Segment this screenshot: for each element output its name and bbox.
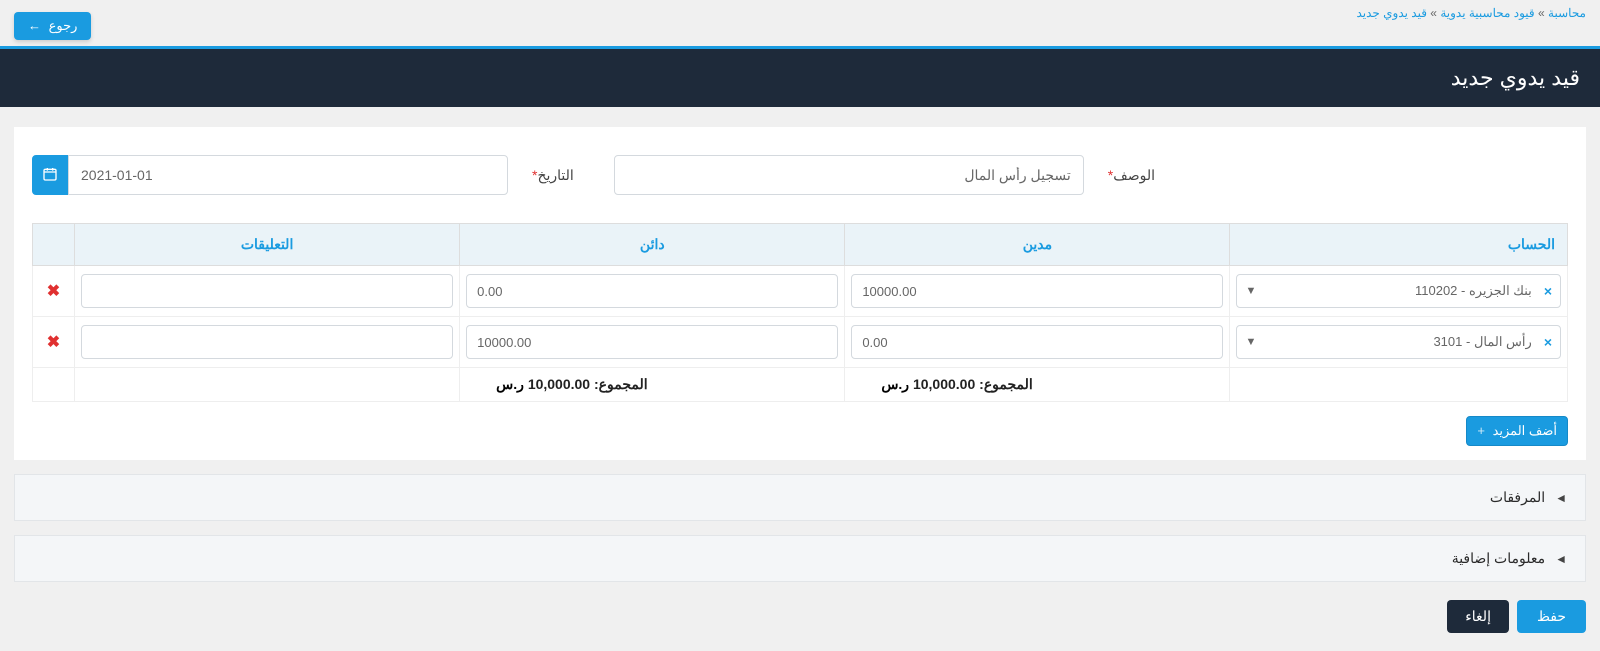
date-input[interactable] — [68, 155, 508, 195]
col-delete — [33, 224, 75, 266]
delete-row-button[interactable]: ✖ — [47, 281, 60, 301]
breadcrumb-accounting[interactable]: محاسبة — [1548, 6, 1586, 20]
cancel-button[interactable]: إلغاء — [1447, 600, 1509, 633]
debit-total-value: 10,000.00 — [913, 376, 975, 392]
col-account: الحساب — [1230, 224, 1568, 266]
chevron-down-icon: ▼ — [1245, 336, 1256, 348]
calendar-icon — [42, 166, 58, 185]
account-text: 110202 - بنك الجزيره — [1256, 283, 1537, 299]
credit-total-label: المجموع: — [594, 376, 648, 392]
clear-account-icon[interactable]: × — [1544, 283, 1552, 299]
chevron-left-icon: ◄ — [1555, 491, 1567, 505]
date-label: التاريخ* — [532, 167, 574, 184]
debit-input-row-1[interactable] — [851, 274, 1223, 308]
extra-info-panel[interactable]: ◄ معلومات إضافية — [14, 535, 1586, 582]
account-select-row-2[interactable]: × 3101 - رأس المال ▼ — [1236, 325, 1561, 359]
delete-row-button[interactable]: ✖ — [47, 332, 60, 352]
page-title: قيد يدوي جديد — [20, 65, 1580, 91]
back-button[interactable]: رجوع ← — [14, 12, 91, 40]
attachments-panel[interactable]: ◄ المرفقات — [14, 474, 1586, 521]
comment-input-row-2[interactable] — [81, 325, 453, 359]
breadcrumb-sep-2: » — [1430, 6, 1437, 20]
back-button-label: رجوع — [49, 18, 78, 33]
breadcrumb-sep-1: » — [1538, 6, 1545, 20]
add-more-button[interactable]: أضف المزيد + — [1466, 416, 1568, 446]
credit-total-value: 10,000.00 — [528, 376, 590, 392]
credit-input-row-2[interactable] — [466, 325, 838, 359]
col-debit: مدين — [845, 224, 1230, 266]
back-arrow-icon: ← — [28, 18, 41, 33]
extra-info-title: معلومات إضافية — [1452, 550, 1545, 567]
table-row: × 110202 - بنك الجزيره ▼ ✖ — [33, 266, 1568, 317]
title-bar: قيد يدوي جديد — [0, 46, 1600, 107]
description-label: الوصف* — [1108, 167, 1155, 184]
account-select-row-1[interactable]: × 110202 - بنك الجزيره ▼ — [1236, 274, 1561, 308]
table-row: × 3101 - رأس المال ▼ ✖ — [33, 317, 1568, 368]
credit-input-row-1[interactable] — [466, 274, 838, 308]
col-comments: التعليقات — [75, 224, 460, 266]
breadcrumb-manual-entries[interactable]: قيود محاسبية يدوية — [1440, 6, 1534, 20]
journal-entry-table: الحساب مدين دائن التعليقات × 110202 - بن… — [32, 223, 1568, 402]
totals-row: المجموع: 10,000.00 ر.س المجموع: 10,000.0… — [33, 368, 1568, 402]
comment-input-row-1[interactable] — [81, 274, 453, 308]
main-content: الوصف* التاريخ* — [14, 127, 1586, 460]
clear-account-icon[interactable]: × — [1544, 334, 1552, 350]
save-button[interactable]: حفظ — [1517, 600, 1586, 633]
chevron-left-icon: ◄ — [1555, 552, 1567, 566]
account-text: 3101 - رأس المال — [1256, 334, 1537, 350]
date-picker-button[interactable] — [32, 155, 68, 195]
currency-label: ر.س — [496, 376, 524, 392]
attachments-title: المرفقات — [1490, 489, 1545, 506]
plus-icon: + — [1477, 423, 1485, 438]
currency-label: ر.س — [881, 376, 909, 392]
description-input[interactable] — [614, 155, 1084, 195]
chevron-down-icon: ▼ — [1245, 285, 1256, 297]
debit-total-label: المجموع: — [979, 376, 1033, 392]
breadcrumb: محاسبة » قيود محاسبية يدوية » قيد يدوي ج… — [1356, 6, 1586, 20]
breadcrumb-new-entry[interactable]: قيد يدوي جديد — [1356, 6, 1427, 20]
col-credit: دائن — [460, 224, 845, 266]
add-more-label: أضف المزيد — [1493, 423, 1557, 438]
debit-input-row-2[interactable] — [851, 325, 1223, 359]
